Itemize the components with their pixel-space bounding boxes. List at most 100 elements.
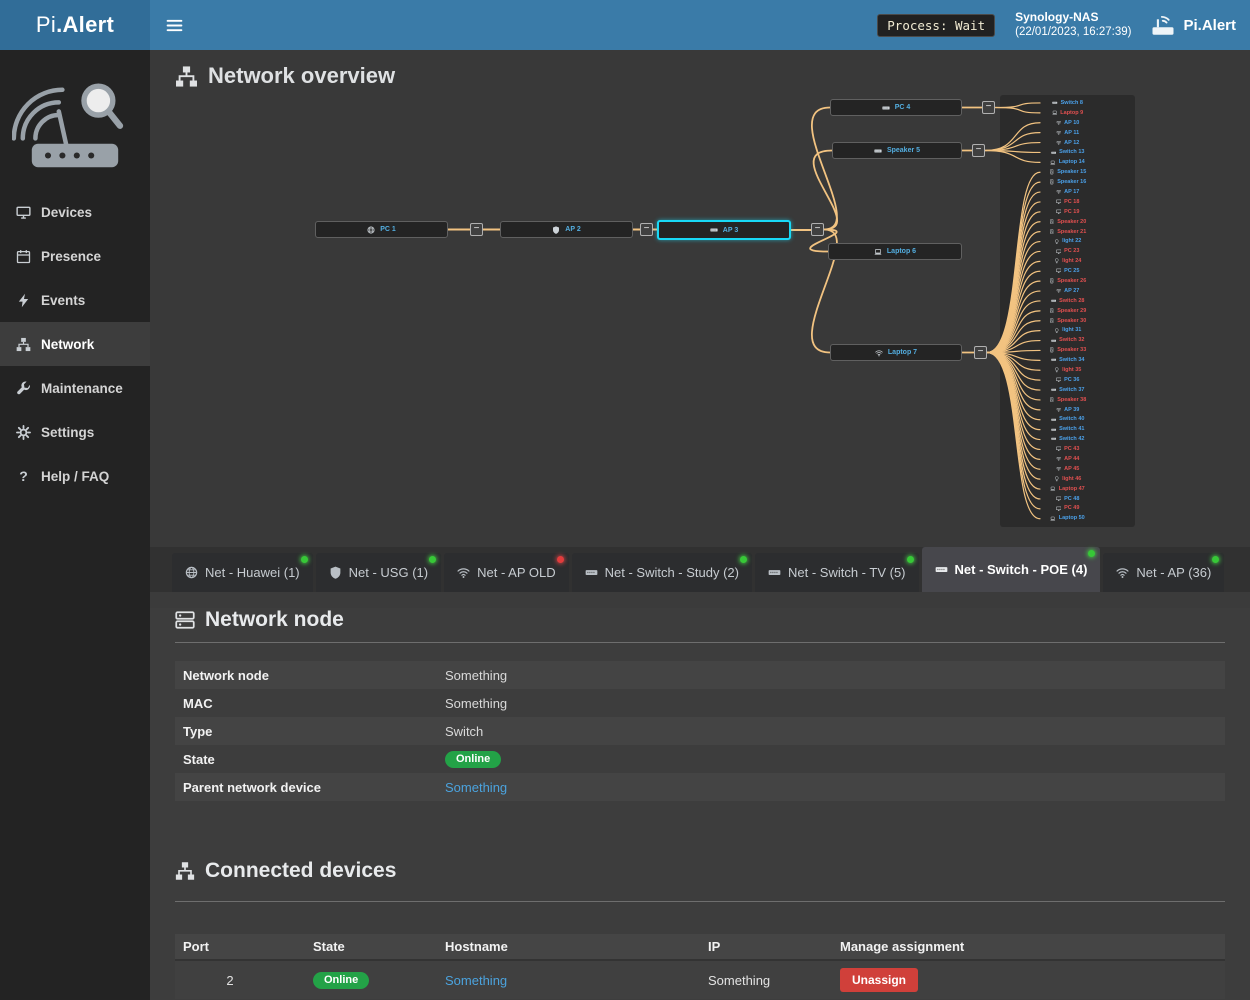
- wrench-icon: [16, 381, 31, 396]
- status-dot-green: [907, 556, 914, 563]
- device-name: Speaker 29: [1057, 308, 1086, 314]
- sidebar-item-presence[interactable]: Presence: [0, 234, 150, 278]
- panel-device[interactable]: AP 27: [1000, 286, 1135, 296]
- tab-net-switch-tv-5[interactable]: Net - Switch - TV (5): [755, 553, 919, 592]
- panel-device[interactable]: PC 48: [1000, 494, 1135, 504]
- device-name: PC 18: [1064, 199, 1079, 205]
- gear-icon: [16, 425, 31, 440]
- tab-net-usg-1[interactable]: Net - USG (1): [316, 553, 441, 592]
- unassign-button[interactable]: Unassign: [840, 968, 918, 992]
- switchbox-icon: [874, 147, 882, 155]
- sidebar-item-help-faq[interactable]: ?Help / FAQ: [0, 454, 150, 498]
- panel-device[interactable]: Speaker 16: [1000, 177, 1135, 187]
- tab-net-ap-old[interactable]: Net - AP OLD: [444, 553, 569, 592]
- collapse-toggle[interactable]: −: [811, 223, 824, 236]
- panel-device[interactable]: Laptop 9: [1000, 108, 1135, 118]
- device-name: PC 36: [1064, 377, 1079, 383]
- sidebar-item-settings[interactable]: Settings: [0, 410, 150, 454]
- panel-device[interactable]: Switch 40: [1000, 415, 1135, 425]
- sidebar-item-events[interactable]: Events: [0, 278, 150, 322]
- panel-device[interactable]: Switch 32: [1000, 335, 1135, 345]
- device-name: Laptop 47: [1059, 486, 1085, 492]
- panel-device[interactable]: light 24: [1000, 256, 1135, 266]
- logo-text-pi: Pi: [36, 12, 56, 38]
- network-node-speaker-5[interactable]: Speaker 5: [832, 142, 962, 159]
- panel-device[interactable]: Switch 28: [1000, 296, 1135, 306]
- network-node-laptop-6[interactable]: Laptop 6: [828, 243, 962, 260]
- collapse-toggle[interactable]: −: [982, 101, 995, 114]
- network-node-ap-3[interactable]: AP 3: [657, 220, 791, 240]
- panel-device[interactable]: Switch 8: [1000, 98, 1135, 108]
- panel-device[interactable]: Switch 37: [1000, 385, 1135, 395]
- panel-device[interactable]: light 46: [1000, 474, 1135, 484]
- panel-device[interactable]: PC 18: [1000, 197, 1135, 207]
- panel-device[interactable]: Speaker 20: [1000, 217, 1135, 227]
- process-status-badge: Process: Wait: [877, 14, 995, 37]
- panel-device[interactable]: PC 43: [1000, 444, 1135, 454]
- collapse-toggle[interactable]: −: [972, 144, 985, 157]
- host-timestamp: (22/01/2023, 16:27:39): [1015, 25, 1131, 40]
- panel-device[interactable]: Speaker 26: [1000, 276, 1135, 286]
- panel-device[interactable]: AP 17: [1000, 187, 1135, 197]
- network-node-pc-4[interactable]: PC 4: [830, 99, 962, 116]
- panel-device[interactable]: Switch 41: [1000, 424, 1135, 434]
- app-logo[interactable]: Pi.Alert: [0, 0, 150, 50]
- panel-device[interactable]: Laptop 14: [1000, 157, 1135, 167]
- hostname-link[interactable]: Something: [445, 973, 507, 988]
- panel-device[interactable]: Switch 42: [1000, 434, 1135, 444]
- panel-device[interactable]: AP 12: [1000, 138, 1135, 148]
- panel-device[interactable]: Speaker 30: [1000, 316, 1135, 326]
- panel-device[interactable]: PC 23: [1000, 246, 1135, 256]
- panel-device[interactable]: Laptop 47: [1000, 484, 1135, 494]
- laptop-icon: [1050, 516, 1056, 522]
- collapse-toggle[interactable]: −: [640, 223, 653, 236]
- panel-device[interactable]: Speaker 15: [1000, 167, 1135, 177]
- status-dot-green: [1088, 550, 1095, 557]
- tab-bar: Net - Huawei (1)Net - USG (1)Net - AP OL…: [150, 547, 1250, 592]
- collapse-toggle[interactable]: −: [974, 346, 987, 359]
- monitor-icon: [1056, 209, 1062, 215]
- panel-device[interactable]: AP 45: [1000, 464, 1135, 474]
- panel-device[interactable]: Speaker 29: [1000, 306, 1135, 316]
- panel-device[interactable]: Switch 34: [1000, 355, 1135, 365]
- panel-device[interactable]: PC 49: [1000, 504, 1135, 514]
- panel-device[interactable]: light 31: [1000, 325, 1135, 335]
- panel-device[interactable]: Laptop 50: [1000, 513, 1135, 523]
- panel-device[interactable]: AP 11: [1000, 128, 1135, 138]
- panel-device[interactable]: Speaker 33: [1000, 345, 1135, 355]
- panel-device[interactable]: Speaker 38: [1000, 395, 1135, 405]
- device-name: PC 19: [1064, 209, 1079, 215]
- tab-net-switch-poe-4[interactable]: Net - Switch - POE (4): [922, 547, 1101, 592]
- parent-device-link[interactable]: Something: [445, 780, 507, 795]
- pialert-logo: [12, 70, 138, 178]
- panel-device[interactable]: PC 25: [1000, 266, 1135, 276]
- network-node-laptop-7[interactable]: Laptop 7: [830, 344, 962, 361]
- network-node-ap-2[interactable]: AP 2: [500, 221, 633, 238]
- tab-net-ap-36[interactable]: Net - AP (36): [1103, 553, 1224, 592]
- panel-device[interactable]: AP 39: [1000, 405, 1135, 415]
- panel-device[interactable]: light 22: [1000, 236, 1135, 246]
- collapse-toggle[interactable]: −: [470, 223, 483, 236]
- sidebar-item-devices[interactable]: Devices: [0, 190, 150, 234]
- panel-device[interactable]: Switch 13: [1000, 147, 1135, 157]
- panel-device[interactable]: light 35: [1000, 365, 1135, 375]
- switchbox-icon: [1051, 357, 1057, 363]
- network-node-pc-1[interactable]: PC 1: [315, 221, 448, 238]
- sidebar-item-maintenance[interactable]: Maintenance: [0, 366, 150, 410]
- panel-device[interactable]: PC 19: [1000, 207, 1135, 217]
- brand-label: Pi.Alert: [1183, 17, 1236, 34]
- laptop-icon: [1050, 486, 1056, 492]
- panel-device[interactable]: AP 44: [1000, 454, 1135, 464]
- panel-device[interactable]: PC 36: [1000, 375, 1135, 385]
- switchbox-icon: [1051, 436, 1057, 442]
- panel-device[interactable]: AP 10: [1000, 118, 1135, 128]
- pialert-brand-link[interactable]: Pi.Alert: [1151, 13, 1236, 37]
- tab-net-switch-study-2[interactable]: Net - Switch - Study (2): [572, 553, 752, 592]
- tab-net-huawei-1[interactable]: Net - Huawei (1): [172, 553, 313, 592]
- sidebar-toggle[interactable]: [150, 0, 198, 50]
- panel-device[interactable]: Speaker 21: [1000, 227, 1135, 237]
- sitemap-icon: [16, 337, 31, 352]
- device-name: Laptop 9: [1060, 110, 1083, 116]
- sidebar-item-network[interactable]: Network: [0, 322, 150, 366]
- device-name: Speaker 38: [1057, 397, 1086, 403]
